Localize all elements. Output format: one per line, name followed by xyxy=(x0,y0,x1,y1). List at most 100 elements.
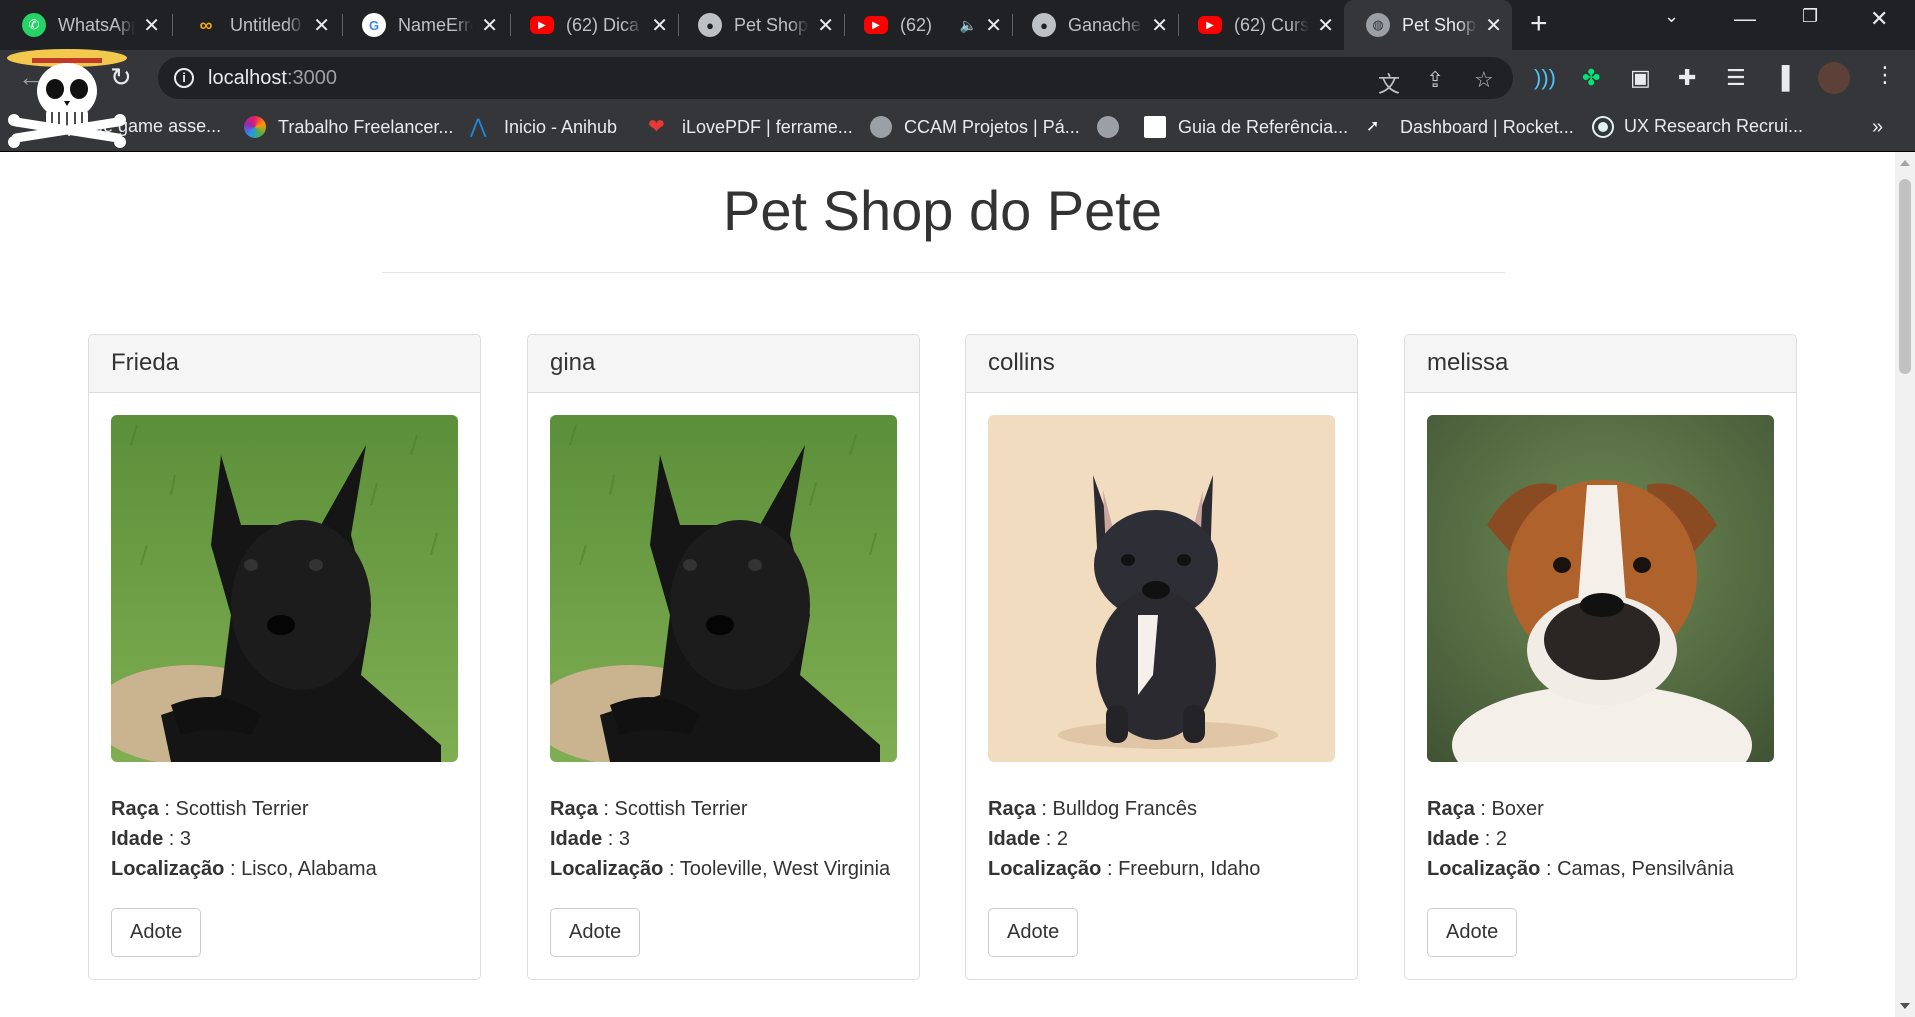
minimize-button[interactable]: — xyxy=(1734,6,1756,32)
bookmark-item[interactable]: ❤ iLovePDF | ferrame... xyxy=(648,116,853,138)
title-divider xyxy=(382,272,1505,273)
site-info-icon[interactable]: i xyxy=(174,68,194,88)
pet-name: collins xyxy=(966,335,1357,393)
bookmark-item[interactable]: ➚ Dashboard | Rocket... xyxy=(1366,116,1574,138)
pet-age: 2 xyxy=(1495,828,1508,850)
scrollbar-thumb[interactable] xyxy=(1899,179,1911,374)
pet-info: Raça : Bulldog Francês Idade : 2 Localiz… xyxy=(988,798,1261,880)
bookmark-item[interactable]: Trabalho Freelancer... xyxy=(244,116,453,138)
pet-breed: Boxer xyxy=(1491,798,1544,820)
close-tab-icon[interactable]: ✕ xyxy=(651,13,668,38)
pet-card: gina Raça : Scottish Terrier Idade: 3 L… xyxy=(527,334,920,980)
close-tab-icon[interactable]: ✕ xyxy=(1151,13,1168,38)
github-icon: ● xyxy=(698,13,722,37)
extension-window-icon[interactable]: ▣ xyxy=(1630,65,1651,91)
extension-pin-icon[interactable]: ✤ xyxy=(1582,65,1600,91)
globe-icon xyxy=(870,116,892,138)
bookmarks-bar: Top free game asse... Trabalho Freelance… xyxy=(0,106,1915,152)
pet-photo-french-bulldog xyxy=(988,415,1335,762)
tab-strip: ✆ WhatsApp ✕ ∞ Untitled0 ✕ G NameError ✕… xyxy=(0,0,1915,50)
tab-untitled[interactable]: ∞ Untitled0 ✕ xyxy=(172,6,340,44)
globe-icon xyxy=(1097,116,1119,138)
pet-breed: Bulldog Francês xyxy=(1052,798,1198,820)
adopt-button[interactable]: Adote xyxy=(988,908,1079,957)
bookmark-item[interactable]: ⋀ Inicio - Anihub xyxy=(470,116,617,138)
pet-age: 3 xyxy=(179,828,192,850)
pet-card: Frieda Raça : Scottish Terrier Idade: 3… xyxy=(88,334,481,980)
extension-wave-icon[interactable]: ))) xyxy=(1534,65,1556,91)
menu-kebab-icon[interactable]: ⋮ xyxy=(1874,62,1896,88)
side-panel-icon[interactable]: ▐ xyxy=(1774,65,1790,91)
profile-avatar[interactable] xyxy=(1818,62,1850,94)
close-tab-icon[interactable]: ✕ xyxy=(143,13,160,38)
pet-info: Raça : Scottish Terrier Idade : 3 Locali… xyxy=(111,798,377,880)
speaker-icon[interactable]: 🔈 xyxy=(960,17,977,34)
pet-name: melissa xyxy=(1405,335,1796,393)
pet-breed: Scottish Terrier xyxy=(175,798,309,820)
bookmark-favicon-icon xyxy=(244,116,266,138)
bookmark-item[interactable] xyxy=(1097,116,1131,138)
restore-button[interactable]: ❐ xyxy=(1802,6,1818,27)
pet-age: 2 xyxy=(1056,828,1069,850)
close-tab-icon[interactable]: ✕ xyxy=(1485,13,1502,38)
adopt-button[interactable]: Adote xyxy=(550,908,641,957)
heart-icon: ❤ xyxy=(648,116,665,138)
bookmark-star-icon[interactable]: ☆ xyxy=(1474,67,1494,93)
bookmark-item[interactable]: UX Research Recrui... xyxy=(1594,116,1803,137)
scroll-up-icon[interactable] xyxy=(1900,160,1910,166)
close-tab-icon[interactable]: ✕ xyxy=(817,13,834,38)
tab-petshop-active[interactable]: ◍ Pet Shop ✕ xyxy=(1344,0,1512,50)
tab-youtube-curso[interactable]: ▶ (62) Curs ✕ xyxy=(1176,6,1344,44)
tab-whatsapp[interactable]: ✆ WhatsApp ✕ xyxy=(0,6,170,44)
pet-breed: Scottish Terrier xyxy=(614,798,748,820)
tab-nameerror[interactable]: G NameError ✕ xyxy=(340,6,508,44)
pet-location: Camas, Pensilvânia xyxy=(1557,858,1734,880)
extensions-puzzle-icon[interactable]: ✚ xyxy=(1678,65,1696,91)
close-tab-icon[interactable]: ✕ xyxy=(313,13,330,38)
bookmark-item[interactable]: CCAM Projetos | Pá... xyxy=(870,116,1080,138)
pet-photo-boxer xyxy=(1427,415,1774,762)
bookmark-item[interactable]: Guia de Referência... xyxy=(1144,116,1348,138)
rocket-icon: ➚ xyxy=(1366,118,1380,135)
pet-info: Raça : Scottish Terrier Idade : 3 Locali… xyxy=(550,798,891,880)
url-text: localhost:3000 xyxy=(208,67,337,89)
scroll-down-icon[interactable] xyxy=(1900,1003,1910,1009)
close-window-button[interactable]: ✕ xyxy=(1870,6,1888,32)
address-bar[interactable]: i localhost:3000 文 ⇪ ☆ xyxy=(158,57,1513,99)
pet-photo-scottish-terrier xyxy=(111,415,458,762)
tab-ganache[interactable]: ● Ganache ✕ xyxy=(1010,6,1178,44)
tab-petshop-github[interactable]: ● Pet Shop ✕ xyxy=(676,6,844,44)
more-bookmarks-icon[interactable]: » xyxy=(1872,116,1883,139)
youtube-icon: ▶ xyxy=(1198,16,1222,34)
pet-name: gina xyxy=(528,335,919,393)
colab-icon: ∞ xyxy=(199,14,213,35)
tab-youtube-audio[interactable]: ▶ (62) 🔈 ✕ xyxy=(842,6,1012,44)
anihub-icon: ⋀ xyxy=(470,116,487,138)
pet-photo-scottish-terrier xyxy=(550,415,897,762)
new-tab-button[interactable]: + xyxy=(1530,8,1548,40)
pet-location: Tooleville, West Virginia xyxy=(679,858,891,880)
tab-search-icon[interactable]: ⌄ xyxy=(1664,6,1679,27)
page-scrollbar[interactable] xyxy=(1895,152,1915,1017)
whatsapp-icon: ✆ xyxy=(22,13,46,37)
browser-toolbar: ← ↻ i localhost:3000 文 ⇪ ☆ ))) ✤ ▣ ✚ ☰ ▐… xyxy=(0,50,1915,106)
close-tab-icon[interactable]: ✕ xyxy=(481,13,498,38)
pet-location: Lisco, Alabama xyxy=(241,858,377,880)
reading-list-icon[interactable]: ☰ xyxy=(1726,65,1746,91)
close-tab-icon[interactable]: ✕ xyxy=(985,13,1002,38)
close-tab-icon[interactable]: ✕ xyxy=(1317,13,1334,38)
adopt-button[interactable]: Adote xyxy=(111,908,202,957)
pet-card: collins Raça : Bulldog Francês Idade: 2… xyxy=(965,334,1358,980)
page-content: Pet Shop do Pete Frieda Raça: Scottish … xyxy=(0,152,1895,1017)
translate-icon[interactable]: 文 xyxy=(1378,67,1400,99)
youtube-icon: ▶ xyxy=(530,16,554,34)
pet-age: 3 xyxy=(618,828,631,850)
pirate-skull-icon xyxy=(7,49,127,148)
github-icon: ● xyxy=(1032,13,1056,37)
globe-icon: ◍ xyxy=(1366,13,1390,37)
tab-youtube-dica[interactable]: ▶ (62) Dica ✕ xyxy=(508,6,678,44)
share-icon[interactable]: ⇪ xyxy=(1426,67,1444,93)
adopt-button[interactable]: Adote xyxy=(1427,908,1518,957)
page-title: Pet Shop do Pete xyxy=(722,179,1162,242)
pet-location: Freeburn, Idaho xyxy=(1118,858,1261,880)
